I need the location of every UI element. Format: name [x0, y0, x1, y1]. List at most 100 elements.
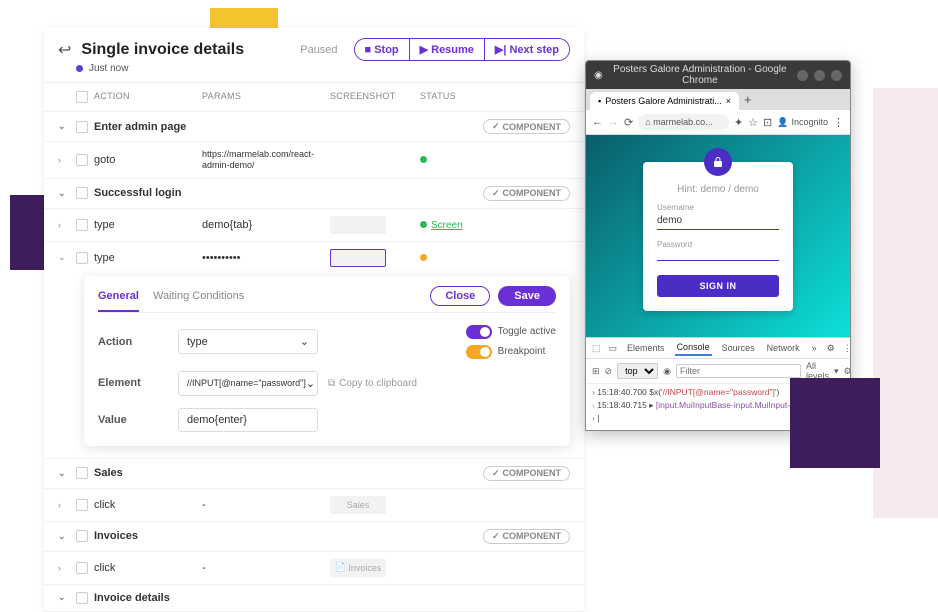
devtools-sidebar-icon[interactable]: ⊞ [592, 366, 600, 377]
group-name: Sales [94, 467, 483, 479]
next-step-button[interactable]: ▶|Next step [485, 39, 569, 60]
stop-button[interactable]: ■Stop [355, 39, 410, 60]
step-params: •••••••••• [202, 252, 330, 264]
screenshot-thumb[interactable] [330, 249, 386, 267]
group-name: Invoices [94, 530, 483, 542]
checkbox[interactable] [76, 252, 88, 264]
checkbox[interactable] [76, 592, 88, 604]
step-row[interactable]: › click - 📄 Invoices [44, 551, 584, 584]
status-dot-green [420, 156, 427, 163]
address-bar: ← → ⟳ ⌂ marmelab.co... ✦ ☆ ⊡ 👤Incognito … [586, 110, 850, 135]
checkbox[interactable] [76, 219, 88, 231]
devtools-tab-network[interactable]: Network [765, 341, 802, 355]
url-input[interactable]: ⌂ marmelab.co... [638, 114, 729, 130]
filter-input[interactable] [676, 364, 801, 378]
chevron-down-icon[interactable]: ⌄ [58, 252, 76, 263]
gear-icon[interactable]: ⚙ [827, 343, 835, 354]
group-row[interactable]: ⌄ Sales ✓COMPONENT [44, 458, 584, 488]
chevron-right-icon[interactable]: › [58, 500, 76, 510]
login-card: Hint: demo / demo Username demo Password… [643, 162, 793, 311]
devtools-tab-sources[interactable]: Sources [720, 341, 757, 355]
action-select[interactable]: type ⌄ [178, 329, 318, 354]
checkbox[interactable] [76, 121, 88, 133]
col-params: PARAMS [202, 91, 330, 103]
step-row[interactable]: › goto https://marmelab.com/react-admin-… [44, 141, 584, 178]
incognito-icon: 👤 [777, 117, 788, 128]
copy-to-clipboard[interactable]: ⧉ Copy to clipboard [328, 378, 417, 389]
component-badge: ✓COMPONENT [483, 119, 570, 134]
back-icon[interactable]: ↩ [58, 40, 71, 60]
extensions-icon[interactable]: ✦ [734, 116, 743, 129]
signin-button[interactable]: SIGN IN [657, 275, 779, 297]
checkbox[interactable] [76, 187, 88, 199]
screenshot-thumb[interactable] [330, 216, 386, 234]
device-icon[interactable]: ▭ [609, 343, 618, 354]
password-input[interactable] [657, 249, 779, 261]
chevron-down-icon[interactable]: ⌄ [58, 468, 76, 479]
chevron-down-icon[interactable]: ⌄ [58, 592, 76, 603]
close-button[interactable]: Close [430, 286, 490, 306]
chevron-down-icon[interactable]: ⌄ [58, 531, 76, 542]
clear-console-icon[interactable]: ⊘ [605, 366, 613, 377]
checkbox[interactable] [76, 562, 88, 574]
save-button[interactable]: Save [498, 286, 556, 306]
page-viewport: Hint: demo / demo Username demo Password… [586, 135, 850, 337]
chevron-down-icon[interactable]: ⌄ [58, 121, 76, 132]
menu-icon[interactable]: ⋮ [833, 116, 844, 129]
col-action: ACTION [94, 91, 202, 103]
tabbar: ▪ Posters Galore Administrati... × + [586, 89, 850, 110]
star-icon[interactable]: ☆ [748, 116, 758, 129]
tab-waiting-conditions[interactable]: Waiting Conditions [153, 286, 244, 312]
devtools-tab-elements[interactable]: Elements [625, 341, 667, 355]
ext-icon[interactable]: ⊡ [763, 116, 772, 129]
element-select[interactable]: //INPUT[@name="password"] ⌄ [178, 371, 318, 396]
back-nav-icon[interactable]: ← [592, 116, 603, 128]
screenshot-thumb[interactable]: Sales [330, 496, 386, 514]
browser-tab[interactable]: ▪ Posters Galore Administrati... × [590, 92, 739, 110]
select-all-checkbox[interactable] [76, 91, 88, 103]
value-input[interactable] [178, 408, 318, 432]
devtools-menu-icon[interactable]: ⋮ [843, 343, 851, 354]
step-row-active[interactable]: ⌄ type •••••••••• [44, 241, 584, 274]
status-link[interactable]: Screen [431, 220, 463, 231]
group-row[interactable]: ⌄ Enter admin page ✓COMPONENT [44, 111, 584, 141]
inspect-icon[interactable]: ⬚ [592, 343, 601, 354]
checkbox[interactable] [76, 154, 88, 166]
chevron-down-icon[interactable]: ⌄ [58, 188, 76, 199]
group-row[interactable]: ⌄ Invoice details [44, 584, 584, 612]
chevron-right-icon[interactable]: › [58, 563, 76, 573]
breakpoint-label: Breakpoint [498, 346, 546, 357]
group-row[interactable]: ⌄ Invoices ✓COMPONENT [44, 521, 584, 551]
chevron-right-icon[interactable]: › [58, 220, 76, 230]
window-title: Posters Galore Administration - Google C… [609, 64, 791, 86]
chevron-right-icon[interactable]: › [58, 155, 76, 165]
reload-icon[interactable]: ⟳ [624, 116, 633, 129]
new-tab-icon[interactable]: + [744, 92, 752, 107]
step-row[interactable]: › type demo{tab} Screen [44, 208, 584, 241]
context-select[interactable]: top [617, 363, 658, 379]
checkbox[interactable] [76, 467, 88, 479]
component-badge: ✓COMPONENT [483, 529, 570, 544]
eye-icon[interactable]: ◉ [663, 366, 671, 377]
checkbox[interactable] [76, 499, 88, 511]
toggle-active-switch[interactable] [466, 325, 492, 339]
screenshot-thumb[interactable]: 📄 Invoices [330, 559, 386, 577]
breakpoint-switch[interactable] [466, 345, 492, 359]
maximize-icon[interactable] [814, 70, 825, 81]
resume-button[interactable]: ▶Resume [410, 39, 485, 60]
close-icon[interactable] [831, 70, 842, 81]
group-row[interactable]: ⌄ Successful login ✓COMPONENT [44, 178, 584, 208]
step-row[interactable]: › click - Sales [44, 488, 584, 521]
minimize-icon[interactable] [797, 70, 808, 81]
step-params: - [202, 562, 330, 574]
step-params: demo{tab} [202, 219, 330, 231]
gear-icon[interactable]: ⚙ [843, 366, 851, 377]
checkbox[interactable] [76, 530, 88, 542]
tab-close-icon[interactable]: × [726, 96, 731, 106]
devtools-tab-console[interactable]: Console [675, 340, 712, 356]
devtools-tab-more[interactable]: » [810, 341, 819, 355]
username-input[interactable]: demo [657, 212, 779, 230]
console-prompt[interactable]: › [592, 413, 595, 423]
paused-label: Paused [300, 44, 337, 56]
tab-general[interactable]: General [98, 286, 139, 312]
